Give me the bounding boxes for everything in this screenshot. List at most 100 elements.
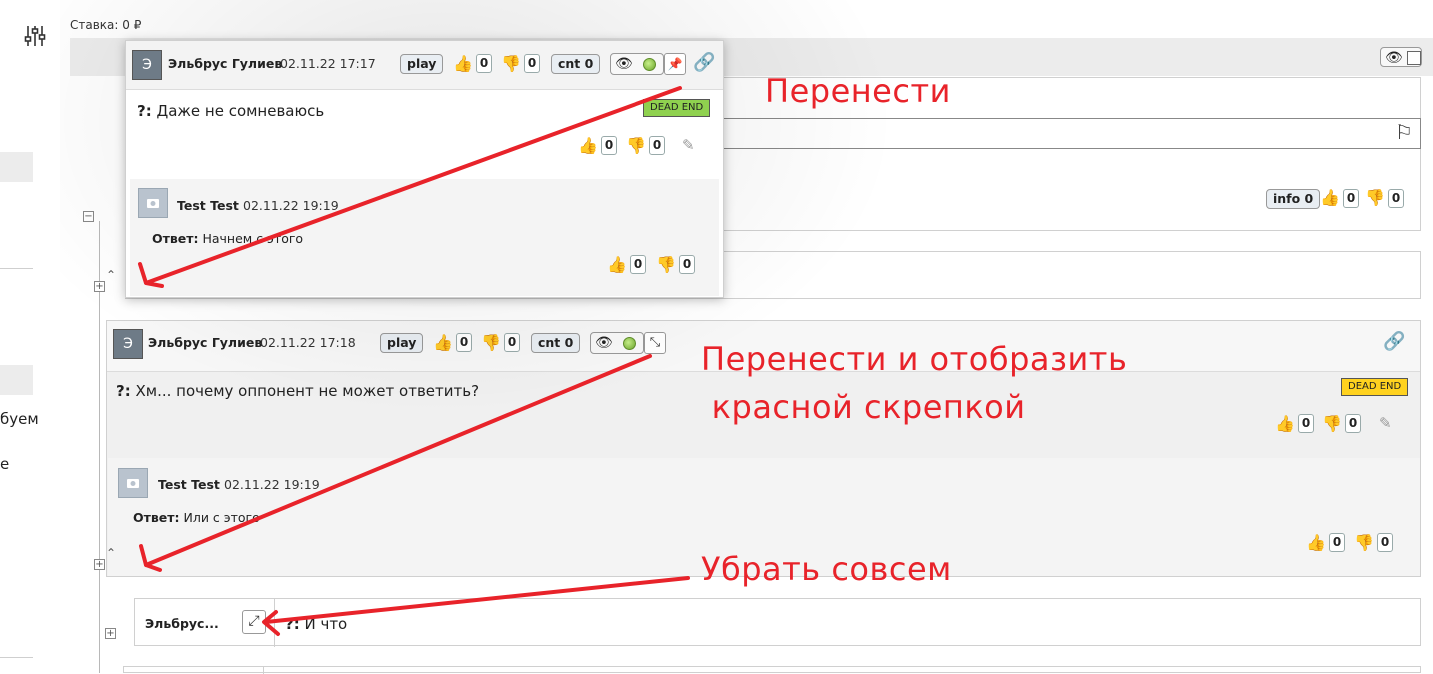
eye-icon: 👁 bbox=[615, 56, 633, 72]
question-body: Хм... почему оппонент не может ответить? bbox=[130, 382, 480, 400]
edit-icon[interactable]: ✎ bbox=[682, 136, 695, 154]
sidebar-divider bbox=[0, 657, 33, 658]
info-pill[interactable]: info 0 bbox=[1266, 189, 1321, 209]
answer-date: 02.11.22 19:19 bbox=[224, 477, 320, 492]
annotation-move-and-show: Перенести и отобразить bbox=[701, 340, 1128, 378]
thumb-up-icon[interactable]: 👍 bbox=[607, 255, 627, 274]
thumb-down-icon[interactable]: 👎 bbox=[501, 54, 521, 73]
play-button[interactable]: play bbox=[380, 333, 424, 353]
dislike-count: 0 bbox=[524, 54, 540, 73]
annotation-move: Перенести bbox=[765, 72, 951, 110]
pin-icon[interactable]: 📌 bbox=[664, 53, 686, 75]
like-count: 0 bbox=[476, 54, 492, 73]
sidebar-partial-text: буем bbox=[0, 410, 39, 428]
popup-question-card: Э Эльбрус Гулиев 02.11.22 17:17 play 👍 0… bbox=[125, 40, 724, 298]
answer-area: Test Test 02.11.22 19:19 Ответ: Начнем с… bbox=[130, 179, 719, 296]
post-date: 02.11.22 17:17 bbox=[280, 56, 376, 71]
like-count: 0 bbox=[1298, 414, 1314, 433]
sidebar-item-bg bbox=[0, 152, 33, 182]
expand-toggle[interactable]: + bbox=[94, 559, 105, 570]
cnt-badge[interactable]: cnt 0 bbox=[551, 54, 601, 74]
question-body: И что bbox=[299, 615, 348, 633]
collapsed-author[interactable]: Эльбрус... bbox=[145, 616, 219, 631]
answer-prefix: Ответ: bbox=[152, 231, 199, 246]
expand-toggle[interactable]: + bbox=[105, 628, 116, 639]
answer-author[interactable]: Test Test bbox=[158, 477, 220, 492]
thumb-up-icon[interactable]: 👍 bbox=[578, 136, 598, 155]
question-prefix: ?: bbox=[137, 102, 152, 120]
expand-toggle[interactable]: + bbox=[94, 281, 105, 292]
dislike-count: 0 bbox=[649, 136, 665, 155]
dislike-count: 0 bbox=[1377, 533, 1393, 552]
dead-end-badge[interactable]: DEAD END bbox=[643, 99, 711, 117]
thumb-down-icon[interactable]: 👎 bbox=[626, 136, 646, 155]
collapsed-question-row[interactable]: Эльбрус... ⤢ ?: И что bbox=[134, 598, 1421, 647]
question-prefix: ?: bbox=[285, 615, 300, 633]
author-name[interactable]: Эльбрус Гулиев bbox=[148, 335, 262, 350]
thumb-up-icon[interactable]: 👍 bbox=[1306, 533, 1326, 552]
like-count: 0 bbox=[630, 255, 646, 274]
question-text: ?: Хм... почему оппонент не может ответи… bbox=[116, 382, 479, 400]
thumb-down-icon[interactable]: 👎 bbox=[1322, 414, 1342, 433]
stake-label: Ставка: 0 ₽ bbox=[70, 18, 142, 32]
thumb-down-icon[interactable]: 👎 bbox=[481, 333, 501, 352]
expand-diagonal-icon[interactable]: ⤢ bbox=[242, 610, 266, 634]
filter-sliders-icon[interactable] bbox=[24, 24, 46, 48]
author-name[interactable]: Эльбрус Гулиев bbox=[168, 56, 282, 71]
thumb-up-icon[interactable]: 👍 bbox=[453, 54, 473, 73]
answer-input[interactable] bbox=[722, 118, 1421, 149]
question-text: ?: Даже не сомневаюсь bbox=[137, 102, 324, 120]
flag-icon[interactable]: ⚐ bbox=[1395, 120, 1413, 144]
avatar: Э bbox=[132, 50, 162, 80]
answer-body: Или с этого bbox=[179, 510, 260, 525]
checkbox[interactable] bbox=[1407, 51, 1421, 65]
thumb-down-icon[interactable]: 👎 bbox=[656, 255, 676, 274]
answer-text: Ответ: Начнем с этого bbox=[152, 231, 303, 246]
like-count: 0 bbox=[601, 136, 617, 155]
visibility-toggle[interactable]: 👁 bbox=[590, 332, 644, 354]
chevron-up-icon[interactable]: ⌃ bbox=[106, 268, 116, 282]
status-dot bbox=[623, 337, 636, 350]
dislike-count: 0 bbox=[1345, 414, 1361, 433]
answer-body: Начнем с этого bbox=[198, 231, 304, 246]
collapse-toggle[interactable]: − bbox=[83, 211, 94, 222]
annotation-red-paperclip: красной скрепкой bbox=[701, 388, 1026, 426]
sidebar-divider bbox=[0, 268, 33, 269]
thumb-up-icon[interactable]: 👍 bbox=[433, 333, 453, 352]
thumb-up-icon[interactable]: 👍 bbox=[1275, 414, 1295, 433]
cnt-badge[interactable]: cnt 0 bbox=[531, 333, 581, 353]
sidebar-item-bg bbox=[0, 365, 33, 395]
annotation-remove: Убрать совсем bbox=[701, 550, 952, 588]
eye-icon: 👁 bbox=[1385, 50, 1403, 66]
answer-author[interactable]: Test Test bbox=[177, 198, 239, 213]
post-date: 02.11.22 17:18 bbox=[260, 335, 356, 350]
thumb-up-icon[interactable]: 👍 bbox=[1320, 188, 1340, 207]
dislike-count: 0 bbox=[504, 333, 520, 352]
like-count: 0 bbox=[456, 333, 472, 352]
link-icon[interactable]: 🔗 bbox=[693, 52, 715, 73]
like-count: 0 bbox=[1343, 189, 1359, 208]
dislike-count: 0 bbox=[679, 255, 695, 274]
link-icon[interactable]: 🔗 bbox=[1383, 331, 1405, 352]
like-count: 0 bbox=[1329, 533, 1345, 552]
edit-icon[interactable]: ✎ bbox=[1379, 414, 1392, 432]
next-row bbox=[123, 666, 1421, 674]
play-button[interactable]: play bbox=[400, 54, 444, 74]
dislike-count: 0 bbox=[1388, 189, 1404, 208]
thumb-down-icon[interactable]: 👎 bbox=[1365, 188, 1385, 207]
visibility-toggle[interactable]: 👁 bbox=[1380, 47, 1422, 67]
answer-text: Ответ: Или с этого bbox=[133, 510, 260, 525]
question-body: Даже не сомневаюсь bbox=[151, 102, 325, 120]
chevron-up-icon[interactable]: ⌃ bbox=[106, 546, 116, 560]
thumb-down-icon[interactable]: 👎 bbox=[1354, 533, 1374, 552]
camera-avatar-icon bbox=[118, 468, 148, 498]
eye-icon: 👁 bbox=[595, 335, 613, 351]
avatar: Э bbox=[113, 329, 143, 359]
dead-end-badge[interactable]: DEAD END bbox=[1341, 378, 1409, 396]
answer-prefix: Ответ: bbox=[133, 510, 180, 525]
status-dot bbox=[643, 58, 656, 71]
collapse-arrows-icon[interactable]: ⤡ bbox=[644, 332, 666, 354]
sidebar-partial-text: е bbox=[0, 455, 10, 473]
visibility-toggle[interactable]: 👁 bbox=[610, 53, 664, 75]
left-sidebar: буем е bbox=[0, 0, 60, 673]
